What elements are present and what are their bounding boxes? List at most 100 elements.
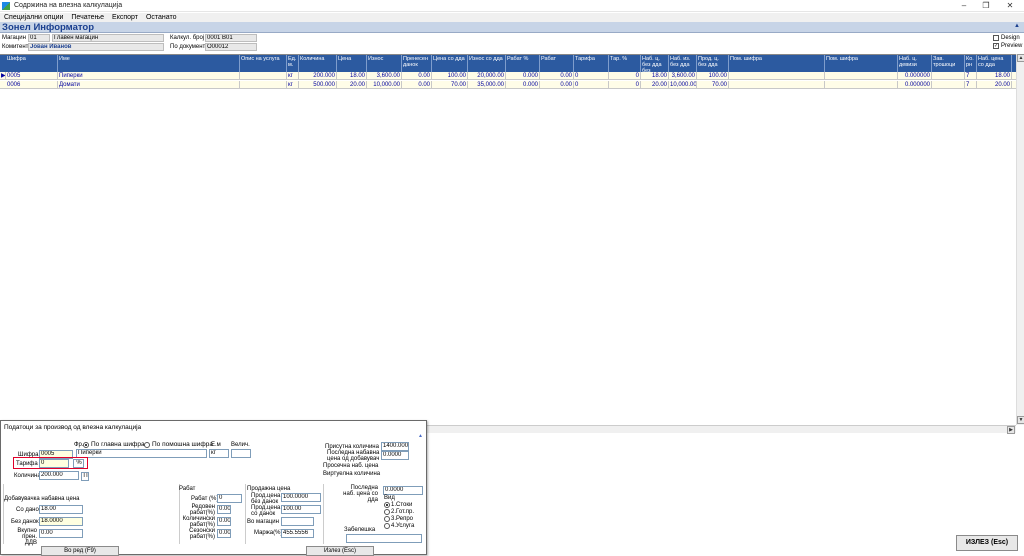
column-header[interactable]: Име: [58, 55, 240, 72]
preview-checkbox[interactable]: ✓: [993, 43, 999, 49]
tariff-input[interactable]: 0: [39, 459, 69, 468]
column-header[interactable]: Пренесен данок: [402, 55, 432, 72]
table-cell[interactable]: Пиперки: [58, 72, 240, 80]
collapse-icon[interactable]: ▲: [1014, 23, 1020, 29]
sale-no-tax-input[interactable]: 100.0000: [281, 493, 321, 502]
column-header[interactable]: Прод. ц. без дда: [697, 55, 729, 72]
table-cell[interactable]: [932, 72, 965, 80]
note-input[interactable]: [346, 534, 422, 543]
table-cell[interactable]: 0: [574, 81, 609, 89]
column-header[interactable]: Опис на услуга: [240, 55, 287, 72]
column-header[interactable]: Наб. цена со дда: [977, 55, 1012, 72]
with-tax-input[interactable]: 18.00: [39, 505, 83, 514]
column-header[interactable]: Пом. шифра: [729, 55, 825, 72]
table-cell[interactable]: [729, 81, 825, 89]
table-cell[interactable]: 20.00: [977, 81, 1012, 89]
product-name-input[interactable]: Пиперки: [76, 449, 207, 458]
radio-aux-code[interactable]: [144, 442, 150, 448]
table-cell[interactable]: 100.00: [697, 72, 729, 80]
panel-collapse-icon[interactable]: ▲: [418, 433, 423, 439]
table-cell[interactable]: 18.00: [641, 72, 669, 80]
table-cell[interactable]: 200.000: [299, 72, 337, 80]
table-cell[interactable]: 7: [965, 81, 977, 89]
table-cell[interactable]: 0.00: [402, 81, 432, 89]
qty-input[interactable]: 200.000: [39, 471, 79, 480]
maximize-button[interactable]: ❐: [976, 1, 996, 10]
without-tax-input[interactable]: 18.0000: [39, 517, 83, 526]
table-cell[interactable]: 3,600.00: [669, 72, 697, 80]
scroll-up-button[interactable]: ▲: [1017, 54, 1024, 62]
column-header[interactable]: Наб. ц. без дда без: [641, 55, 669, 72]
kind-radio-service[interactable]: [384, 523, 390, 529]
client-name[interactable]: Јован Иванов: [28, 43, 164, 51]
kind-radio-goods[interactable]: [384, 502, 390, 508]
column-header[interactable]: Наб. из. без дда: [669, 55, 697, 72]
table-cell[interactable]: 0: [609, 72, 641, 80]
sale-with-tax-input[interactable]: 100.00: [281, 505, 321, 514]
table-cell[interactable]: 0.000000: [898, 72, 932, 80]
kind-radio-repro[interactable]: [384, 516, 390, 522]
total-vat-input[interactable]: 0.00: [39, 529, 83, 538]
table-cell[interactable]: 18.00: [977, 72, 1012, 80]
column-header[interactable]: Ед. м.: [287, 55, 299, 72]
table-cell[interactable]: 7: [965, 72, 977, 80]
rabat-pct-input[interactable]: 0: [217, 494, 242, 503]
table-cell[interactable]: 0.000: [506, 72, 540, 80]
column-header[interactable]: Шифра: [6, 55, 58, 72]
qty-lookup-button[interactable]: П: [81, 472, 89, 481]
menu-special-options[interactable]: Специјални опции: [4, 13, 63, 22]
column-header[interactable]: Тарифа: [574, 55, 609, 72]
table-cell[interactable]: 70.00: [432, 81, 468, 89]
table-cell[interactable]: [932, 81, 965, 89]
table-cell[interactable]: 70.00: [697, 81, 729, 89]
column-header[interactable]: Ко. рн: [965, 55, 977, 72]
radio-main-code[interactable]: [83, 442, 89, 448]
warehouse-code[interactable]: 01: [28, 34, 50, 42]
table-cell[interactable]: 500.000: [299, 81, 337, 89]
column-header[interactable]: Цена: [337, 55, 367, 72]
minimize-button[interactable]: –: [954, 1, 974, 10]
table-cell[interactable]: [729, 72, 825, 80]
table-cell[interactable]: 0.000: [506, 81, 540, 89]
table-row[interactable]: 0006 Домати кг 500.000 20.00 10,000.00 0.00 70.…: [0, 81, 1018, 89]
menu-export[interactable]: Експорт: [112, 13, 138, 22]
exit-button[interactable]: ИЗЛЕЗ (Esc): [956, 535, 1018, 551]
kind-radio-finished[interactable]: [384, 509, 390, 515]
table-cell[interactable]: [825, 81, 898, 89]
table-cell[interactable]: Домати: [58, 81, 240, 89]
table-cell[interactable]: кг: [287, 72, 299, 80]
table-cell[interactable]: 10,000.00: [669, 81, 697, 89]
column-header[interactable]: Износ со дда: [468, 55, 506, 72]
table-cell[interactable]: 100.00: [432, 72, 468, 80]
design-checkbox[interactable]: [993, 35, 999, 41]
scroll-down-button[interactable]: ▼: [1017, 416, 1024, 424]
table-cell[interactable]: 0: [609, 81, 641, 89]
column-header[interactable]: Износ: [367, 55, 402, 72]
table-cell[interactable]: 20.00: [641, 81, 669, 89]
column-header[interactable]: Рабат: [540, 55, 574, 72]
column-header[interactable]: Цена со дда: [432, 55, 468, 72]
table-cell[interactable]: 20.00: [337, 81, 367, 89]
unit-input[interactable]: кг: [209, 449, 229, 458]
scroll-right-button[interactable]: ▶: [1007, 426, 1015, 434]
table-cell[interactable]: 0: [574, 72, 609, 80]
vertical-scrollbar[interactable]: ▲ ▼: [1016, 54, 1024, 425]
menu-other[interactable]: Останато: [146, 13, 177, 22]
table-cell[interactable]: [240, 72, 287, 80]
table-row[interactable]: ▶ 0005 Пиперки кг 200.000 18.00 3,600.00 0.00 10…: [0, 72, 1018, 80]
table-cell[interactable]: 0.00: [540, 72, 574, 80]
season-rabat-input[interactable]: 0.00: [217, 529, 231, 538]
table-cell[interactable]: 35,000.00: [468, 81, 506, 89]
close-button[interactable]: ✕: [1000, 1, 1020, 10]
regular-rabat-input[interactable]: 0.00: [217, 505, 231, 514]
column-header[interactable]: Зав. трошоци: [932, 55, 965, 72]
qty-rabat-input[interactable]: 0.00: [217, 517, 231, 526]
table-cell[interactable]: 18.00: [337, 72, 367, 80]
column-header[interactable]: Рабат %: [506, 55, 540, 72]
table-cell[interactable]: 0.00: [540, 81, 574, 89]
column-header[interactable]: Тар. %: [609, 55, 641, 72]
column-header[interactable]: Наб. ц. девизи: [898, 55, 932, 72]
table-cell[interactable]: кг: [287, 81, 299, 89]
size-input[interactable]: [231, 449, 251, 458]
column-header[interactable]: Пом. шифра: [825, 55, 898, 72]
